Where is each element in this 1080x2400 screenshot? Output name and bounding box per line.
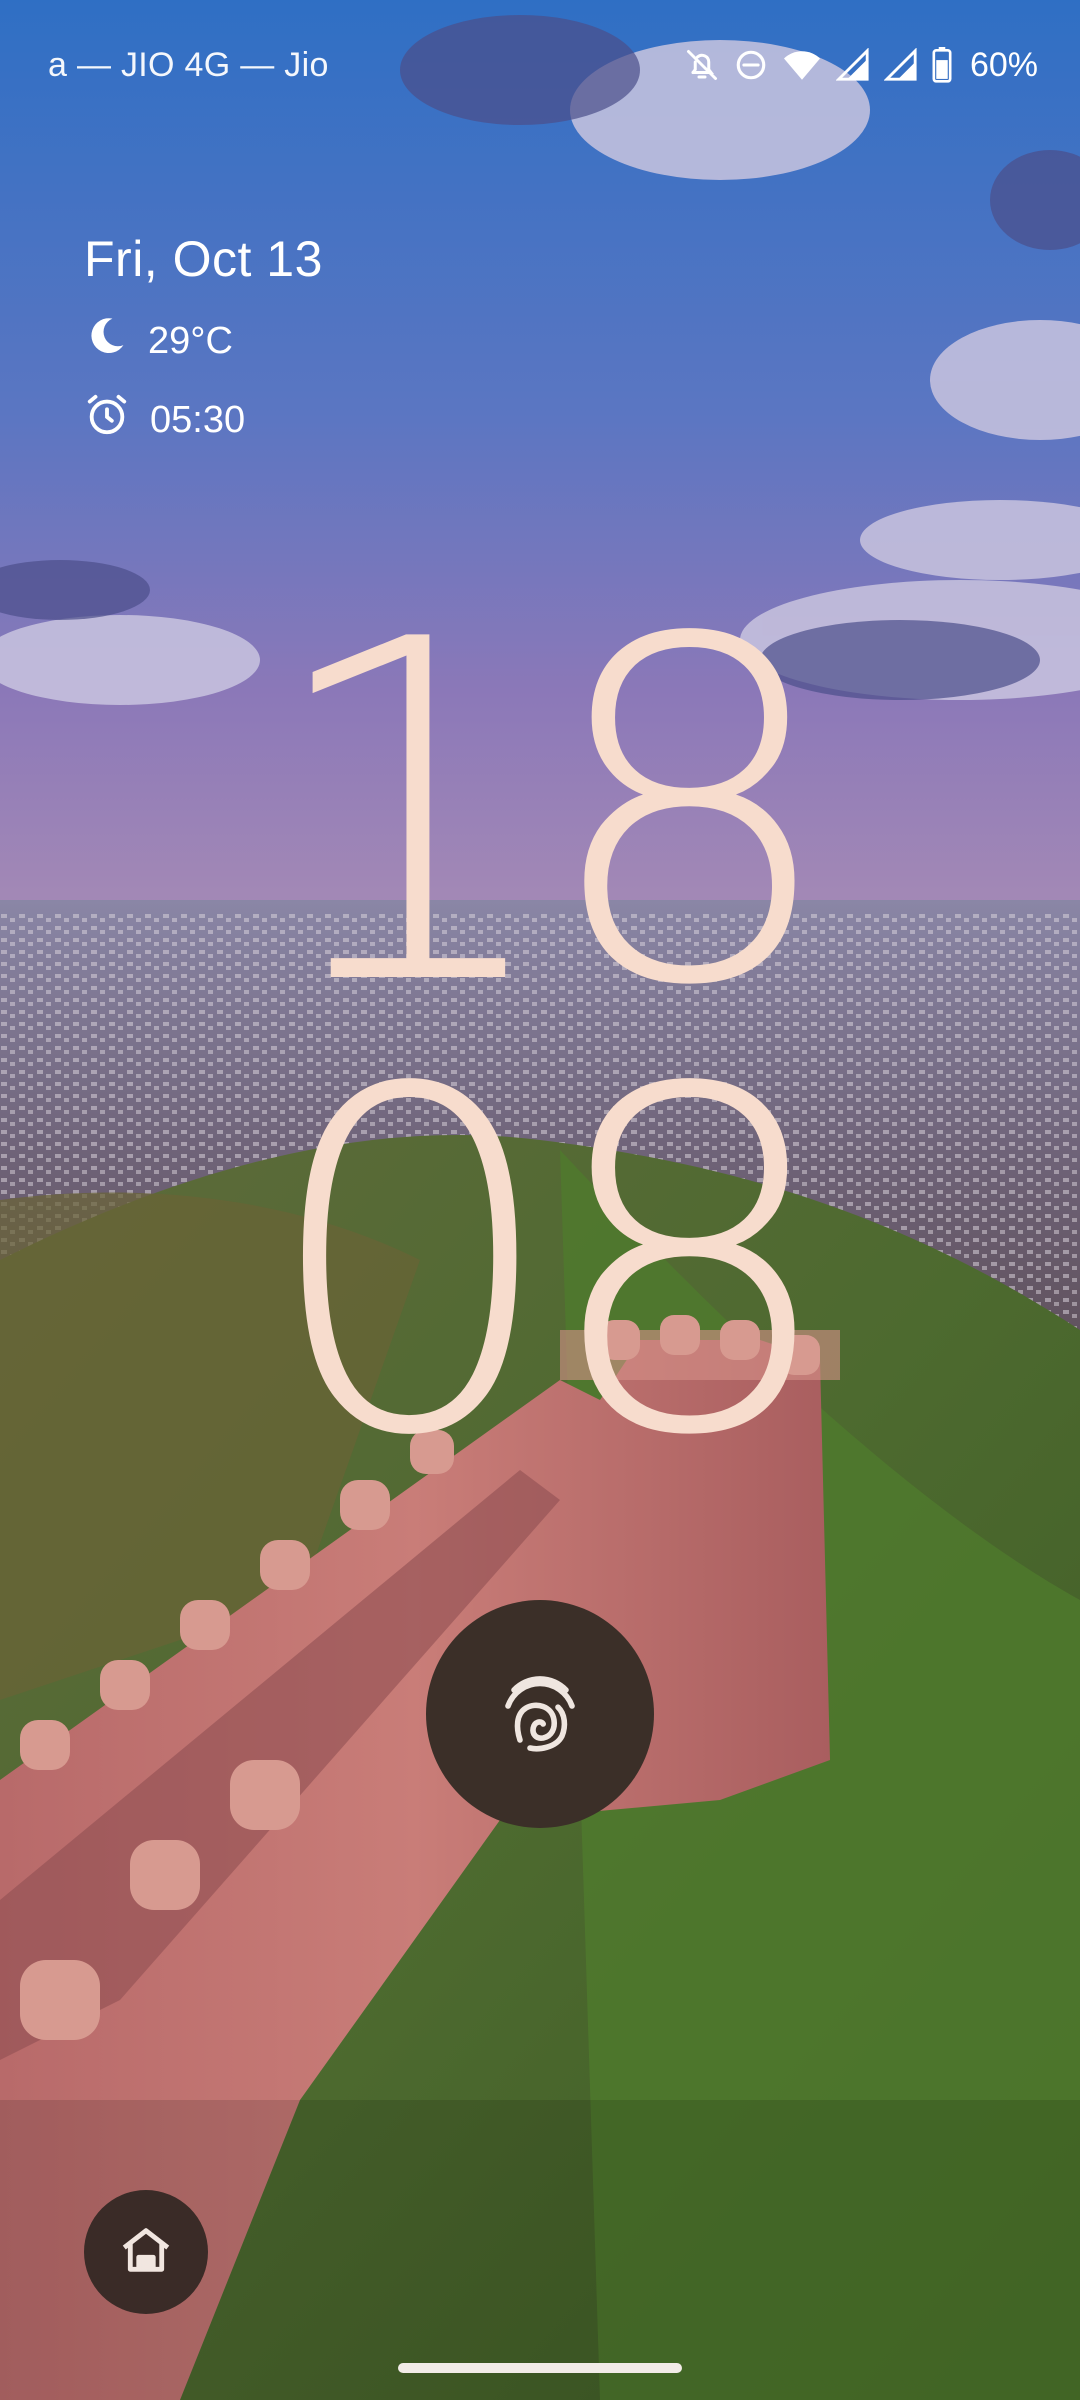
smartspace[interactable]: Fri, Oct 13 29°C 05:30: [84, 230, 323, 448]
weather-row[interactable]: 29°C: [84, 314, 323, 368]
bell-off-icon: [684, 47, 720, 83]
status-icons: 60%: [684, 46, 1038, 85]
home-icon: [117, 2221, 175, 2284]
battery-percentage: 60%: [969, 45, 1038, 84]
clock-minutes: 08: [260, 991, 839, 1538]
temperature-label: 29°C: [148, 319, 233, 362]
battery-icon: [932, 47, 952, 83]
do-not-disturb-icon: [734, 48, 768, 82]
clock-hours: 18: [260, 541, 839, 1088]
carrier-label: a — JIO 4G — Jio: [48, 45, 329, 84]
status-bar: a — JIO 4G — Jio 60%: [0, 0, 1080, 130]
cell-signal-icon-2: [883, 48, 918, 82]
alarm-time-label: 05:30: [150, 398, 246, 441]
gesture-nav-handle[interactable]: [398, 2363, 682, 2373]
date-label[interactable]: Fri, Oct 13: [84, 230, 323, 288]
alarm-clock-icon: [84, 392, 130, 448]
alarm-row[interactable]: 05:30: [84, 392, 323, 448]
cell-signal-icon: [835, 48, 870, 82]
wifi-icon: [782, 47, 822, 83]
fingerprint-unlock-button[interactable]: [426, 1600, 654, 1828]
home-shortcut-button[interactable]: [84, 2190, 208, 2314]
fingerprint-icon: [492, 1664, 588, 1765]
moon-icon: [84, 314, 128, 368]
